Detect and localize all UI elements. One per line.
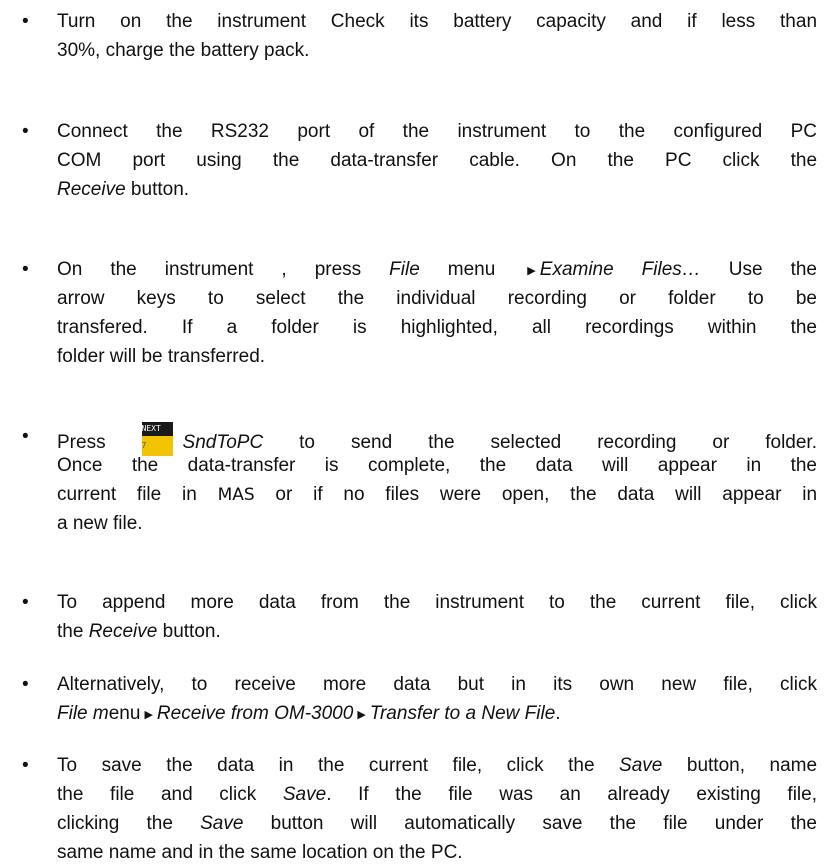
sndtopc-label: SndToPC xyxy=(182,432,264,453)
mas-label: MAS xyxy=(217,485,255,505)
press-label: Press xyxy=(57,432,106,453)
bullet-7-line-4: same name and in the same location on th… xyxy=(57,842,463,863)
bullet-2-line-1: Connect the RS232 port of the instrument… xyxy=(57,121,817,142)
receive-from-om-label: Receive from OM-3000 xyxy=(156,703,354,724)
bullet-7-text: To save the data in the current file, cl… xyxy=(57,751,817,867)
bullet-1-text: Turn on the instrument Check its battery… xyxy=(57,7,817,65)
bullet-2-line-3: Receive button. xyxy=(57,175,817,204)
bullet-7-line-1: To save the data in the current file, cl… xyxy=(57,751,817,780)
bullet-7-line-2-b: . If the file was an already existing fi… xyxy=(326,784,818,805)
bullet-5-line-2-a: the xyxy=(57,621,89,642)
bullet-3-line-1-a: On the instrument , press xyxy=(57,259,390,280)
save-label-2: Save xyxy=(282,784,327,805)
receive-label: Receive xyxy=(57,179,126,200)
bullet-5-line-1: To append more data from the instrument … xyxy=(57,592,817,613)
bullet-4-line-3-a: current file in xyxy=(57,484,218,505)
bullet-7-line-1-b: button, name xyxy=(662,755,818,776)
bullet-3-line-1-b: menu xyxy=(419,259,524,280)
transfer-new-file-label: Transfer to a New File xyxy=(369,703,556,724)
bullet-4-line-1-rest: to send the selected recording or folder… xyxy=(263,432,817,453)
bullet-6-line-1: Alternatively, to receive more data but … xyxy=(57,674,817,695)
bullet-6-dot: • xyxy=(22,674,29,695)
bullet-5-dot: • xyxy=(22,592,29,613)
bullet-3-line-2: arrow keys to select the individual reco… xyxy=(57,288,817,309)
next-7-key-icon: NEXT 7 xyxy=(141,422,173,456)
bullet-1-line-2: 30%, charge the battery pack. xyxy=(57,40,310,61)
bullet-1-line-1: Turn on the instrument Check its battery… xyxy=(57,11,818,32)
instructions-page: • Turn on the instrument Check its batte… xyxy=(0,0,827,863)
bullet-2-dot: • xyxy=(22,121,29,142)
bullet-6-text: Alternatively, to receive more data but … xyxy=(57,670,817,728)
bullet-3-text: On the instrument , press File menu ▶ Exa… xyxy=(57,255,817,371)
bullet-5-line-2: the Receive button. xyxy=(57,617,817,646)
bullet-4-text: Press NEXT 7 SndToPC to send the selected … xyxy=(57,422,817,538)
save-label-3: Save xyxy=(200,813,244,834)
menu-arrow-icon-2: ▶ xyxy=(144,709,153,721)
bullet-5-line-2-b: button. xyxy=(157,621,221,642)
menu-arrow-icon-3: ▶ xyxy=(357,709,366,721)
bullet-4-line-1: Press NEXT 7 SndToPC to send the selected … xyxy=(57,422,817,456)
key-top-label: NEXT xyxy=(141,422,173,436)
key-number-label: 7 xyxy=(141,436,173,456)
bullet-7-line-1-a: To save the data in the current file, cl… xyxy=(57,755,620,776)
bullet-4-line-3: current file in MAS or if no files were … xyxy=(57,480,817,509)
menu-word: enu xyxy=(108,703,141,724)
bullet-4-dot: • xyxy=(22,426,29,447)
bullet-2-line-2: COM port using the data-transfer cable. … xyxy=(57,150,818,171)
bullet-7-line-3: clicking the Save button will automatica… xyxy=(57,809,817,838)
bullet-3-line-1-c: Use the xyxy=(700,259,817,280)
bullet-6-period: . xyxy=(555,703,561,724)
bullet-3-line-1: On the instrument , press File menu ▶ Exa… xyxy=(57,255,817,284)
bullet-7-line-2: the file and click Save. If the file was… xyxy=(57,780,817,809)
examine-files-label: Examine Files… xyxy=(539,259,701,280)
bullet-4-line-3-b: or if no files were open, the data will … xyxy=(254,484,818,505)
bullet-6-line-2: File menu ▶ Receive from OM-3000 ▶ Transfer … xyxy=(57,699,817,728)
bullet-7-line-2-a: the file and click xyxy=(57,784,283,805)
file-menu-label-2: File m xyxy=(57,703,109,724)
bullet-5-text: To append more data from the instrument … xyxy=(57,588,817,646)
bullet-2-text: Connect the RS232 port of the instrument… xyxy=(57,117,817,204)
menu-arrow-icon: ▶ xyxy=(527,265,536,277)
file-menu-label: File xyxy=(389,259,420,280)
receive-label-2: Receive xyxy=(88,621,158,642)
bullet-7-line-3-a: clicking the xyxy=(57,813,201,834)
bullet-1-dot: • xyxy=(22,11,29,32)
bullet-7-dot: • xyxy=(22,755,29,776)
bullet-4-line-4: a new file. xyxy=(57,513,143,534)
bullet-3-line-3: transfered. If a folder is highlighted, … xyxy=(57,317,817,338)
save-label-1: Save xyxy=(619,755,663,776)
bullet-3-line-4: folder will be transferred. xyxy=(57,346,266,367)
bullet-2-line-3-rest: button. xyxy=(125,179,190,200)
bullet-3-dot: • xyxy=(22,259,29,280)
bullet-7-line-3-b: button will automatically save the file … xyxy=(243,813,817,834)
